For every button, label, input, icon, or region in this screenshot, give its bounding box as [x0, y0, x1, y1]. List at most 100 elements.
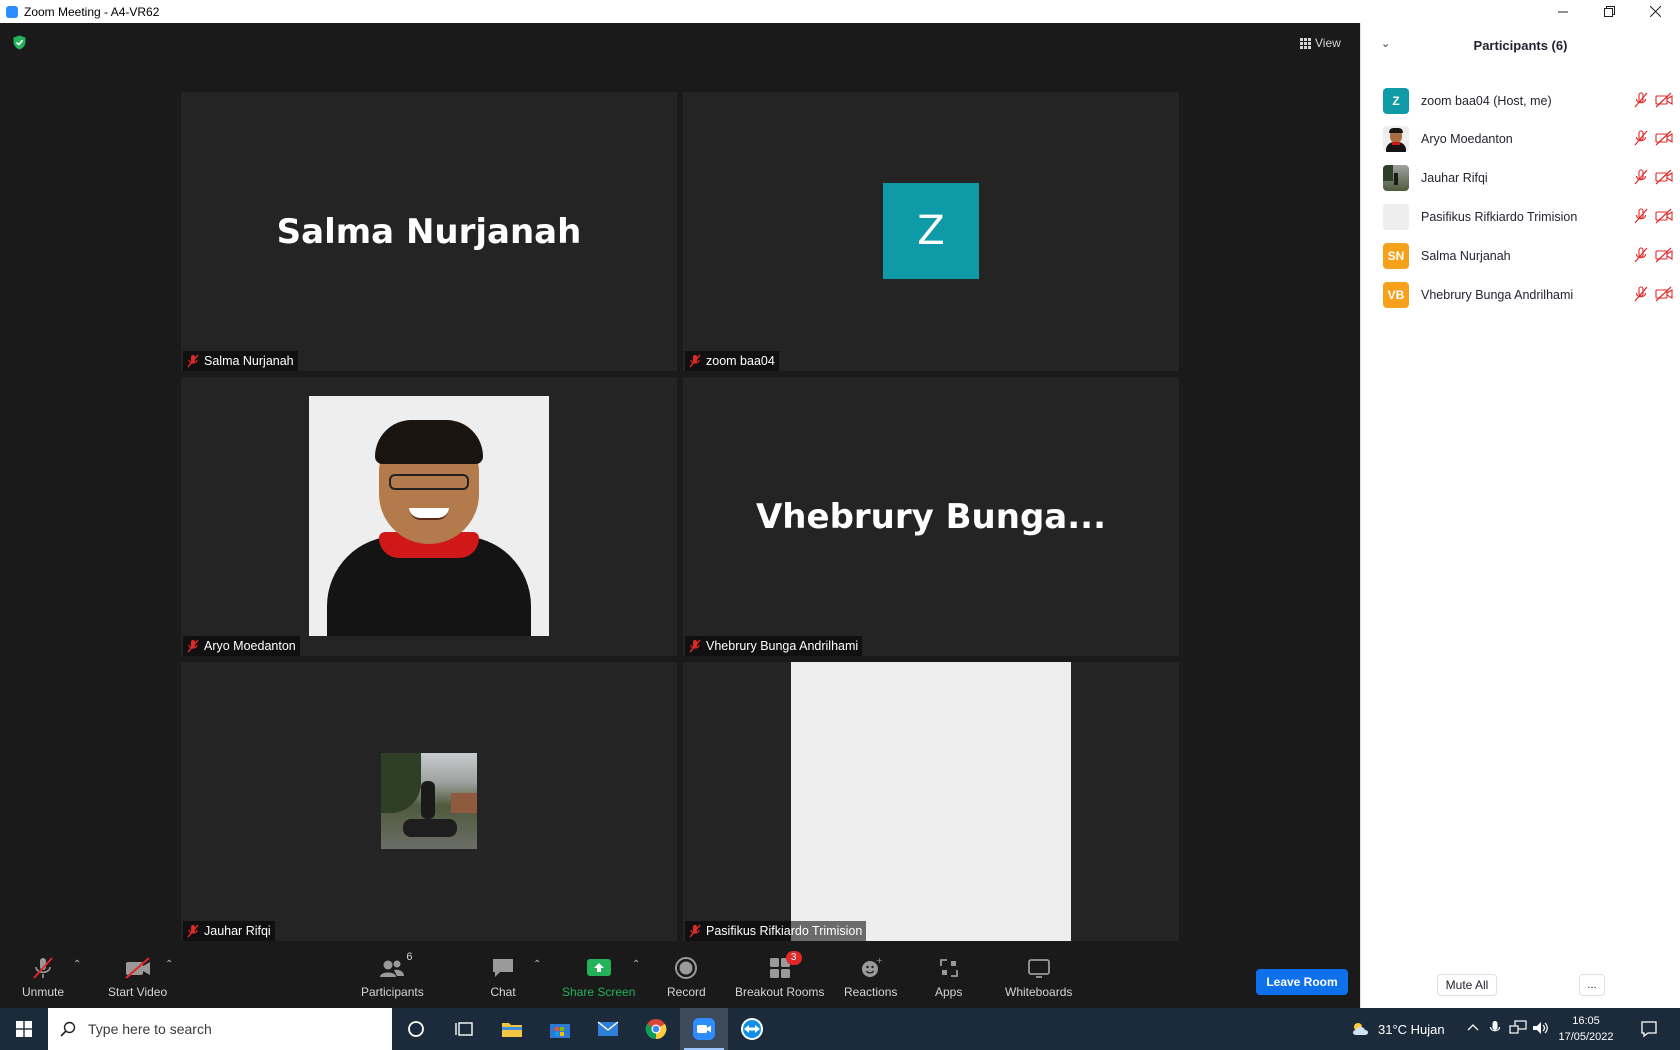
volume-icon[interactable]: [1532, 1020, 1550, 1036]
avatar: [1383, 204, 1409, 230]
apps-button[interactable]: Apps: [935, 955, 962, 999]
video-tile-pasifikus[interactable]: Pasifikus Rifkiardo Trimision: [683, 662, 1179, 941]
close-button[interactable]: [1632, 0, 1678, 23]
video-tile-aryo[interactable]: Aryo Moedanton: [181, 377, 677, 656]
participant-name: Pasifikus Rifkiardo Trimision: [1421, 210, 1578, 224]
video-off-icon[interactable]: [1655, 169, 1673, 185]
panel-title: Participants (6): [1473, 37, 1568, 53]
chat-button[interactable]: Chat: [490, 955, 516, 999]
video-tile-zoom-baa04[interactable]: Z zoom baa04: [683, 92, 1179, 371]
windows-taskbar: Type here to search 31°C Hujan 16:05 17/…: [0, 1008, 1680, 1050]
unmute-button[interactable]: Unmute: [22, 955, 64, 999]
window-title: Zoom Meeting - A4-VR62: [24, 4, 160, 19]
participants-button[interactable]: 6 Participants: [361, 951, 424, 999]
mic-muted-icon[interactable]: [1633, 169, 1649, 185]
notifications-icon[interactable]: [1640, 1020, 1658, 1038]
meeting-video-area: View Salma Nurjanah Salma Nurjanah Z zoo…: [0, 23, 1360, 945]
chat-options-chevron-icon[interactable]: ⌃: [533, 959, 541, 970]
mute-all-button[interactable]: Mute All: [1437, 974, 1497, 996]
participants-panel: ⌄ Participants (6) Z zoom baa04 (Host, m…: [1360, 23, 1680, 1008]
task-view-button[interactable]: [440, 1008, 488, 1050]
tile-nameplate: Jauhar Rifqi: [183, 921, 275, 941]
mic-muted-icon[interactable]: [1633, 286, 1649, 302]
video-off-icon[interactable]: [1655, 130, 1673, 146]
clock-date: 17/05/2022: [1558, 1031, 1614, 1043]
weather-widget[interactable]: 31°C Hujan: [1350, 1020, 1445, 1038]
view-label: View: [1315, 36, 1341, 50]
teamviewer-button[interactable]: [728, 1008, 776, 1050]
reactions-button[interactable]: + Reactions: [844, 955, 897, 999]
audio-options-chevron-icon[interactable]: ⌃: [73, 959, 81, 970]
chat-label: Chat: [490, 985, 516, 999]
video-tile-vhebrury[interactable]: Vhebrury Bunga... Vhebrury Bunga Andrilh…: [683, 377, 1179, 656]
video-tile-salma[interactable]: Salma Nurjanah Salma Nurjanah: [181, 92, 677, 371]
mic-muted-icon[interactable]: [1633, 208, 1649, 224]
start-button[interactable]: [0, 1008, 48, 1050]
mail-button[interactable]: [584, 1008, 632, 1050]
reactions-label: Reactions: [844, 985, 898, 999]
minimize-button[interactable]: [1540, 0, 1586, 23]
mic-muted-icon: [187, 354, 199, 368]
mic-muted-icon: [689, 924, 701, 938]
mic-muted-icon[interactable]: [1633, 130, 1649, 146]
video-off-icon[interactable]: [1655, 286, 1673, 302]
participant-name: zoom baa04 (Host, me): [1421, 94, 1552, 108]
mic-muted-icon[interactable]: [1633, 92, 1649, 108]
participant-row[interactable]: Pasifikus Rifkiardo Trimision: [1383, 204, 1673, 230]
video-off-icon: [124, 957, 150, 979]
svg-text:+: +: [876, 956, 883, 965]
network-icon[interactable]: [1509, 1020, 1527, 1036]
mic-muted-icon: [689, 354, 701, 368]
video-off-icon[interactable]: [1655, 92, 1673, 108]
weather-text: 31°C Hujan: [1378, 1021, 1445, 1037]
panel-header: ⌄ Participants (6): [1361, 23, 1680, 67]
encryption-shield-icon[interactable]: [12, 35, 27, 50]
record-button[interactable]: Record: [667, 955, 706, 999]
participants-icon: [380, 960, 405, 977]
whiteboards-button[interactable]: Whiteboards: [1005, 955, 1072, 999]
breakout-count-badge: 3: [785, 951, 802, 965]
restore-icon: [1603, 6, 1615, 17]
taskbar-clock[interactable]: 16:05 17/05/2022: [1555, 1013, 1617, 1045]
cortana-circle-icon: [408, 1021, 424, 1037]
chrome-button[interactable]: [632, 1008, 680, 1050]
share-options-chevron-icon[interactable]: ⌃: [632, 959, 640, 970]
video-off-icon[interactable]: [1655, 247, 1673, 263]
share-screen-button[interactable]: Share Screen: [562, 955, 635, 999]
participants-count: 6: [406, 951, 413, 963]
mic-muted-icon: [33, 957, 53, 979]
participant-name: Jauhar Rifqi: [1421, 171, 1488, 185]
reactions-icon: +: [861, 956, 883, 977]
apps-label: Apps: [935, 985, 963, 999]
zoom-taskbar-button[interactable]: [680, 1008, 728, 1050]
teamviewer-icon: [741, 1018, 763, 1040]
video-options-chevron-icon[interactable]: ⌃: [165, 959, 173, 970]
show-hidden-icons-chevron-icon[interactable]: [1467, 1022, 1479, 1034]
more-options-button[interactable]: ...: [1579, 974, 1605, 996]
participant-row[interactable]: VB Vhebrury Bunga Andrilhami: [1383, 282, 1673, 308]
breakout-rooms-button[interactable]: 3 Breakout Rooms: [735, 951, 824, 999]
task-view-icon: [455, 1022, 473, 1036]
microphone-icon[interactable]: [1489, 1020, 1501, 1036]
restore-button[interactable]: [1586, 0, 1632, 23]
video-tile-jauhar[interactable]: Jauhar Rifqi: [181, 662, 677, 941]
participant-row[interactable]: Aryo Moedanton: [1383, 126, 1673, 152]
video-off-icon[interactable]: [1655, 208, 1673, 224]
participant-row[interactable]: SN Salma Nurjanah: [1383, 243, 1673, 269]
participant-row[interactable]: Z zoom baa04 (Host, me): [1383, 88, 1673, 114]
participant-row[interactable]: Jauhar Rifqi: [1383, 165, 1673, 191]
cortana-button[interactable]: [392, 1008, 440, 1050]
avatar: Z: [883, 183, 979, 279]
microsoft-store-button[interactable]: [536, 1008, 584, 1050]
collapse-chevron-icon[interactable]: ⌄: [1381, 37, 1390, 50]
clock-time: 16:05: [1572, 1015, 1600, 1027]
leave-room-button[interactable]: Leave Room: [1256, 969, 1348, 995]
start-video-button[interactable]: Start Video: [108, 955, 167, 999]
participant-name: Salma Nurjanah: [1421, 249, 1511, 263]
weather-cloud-icon: [1353, 1023, 1368, 1035]
mic-muted-icon[interactable]: [1633, 247, 1649, 263]
taskbar-search-input[interactable]: Type here to search: [48, 1008, 392, 1050]
tile-name: Pasifikus Rifkiardo Trimision: [706, 924, 863, 938]
file-explorer-button[interactable]: [488, 1008, 536, 1050]
view-button[interactable]: View: [1300, 33, 1341, 53]
